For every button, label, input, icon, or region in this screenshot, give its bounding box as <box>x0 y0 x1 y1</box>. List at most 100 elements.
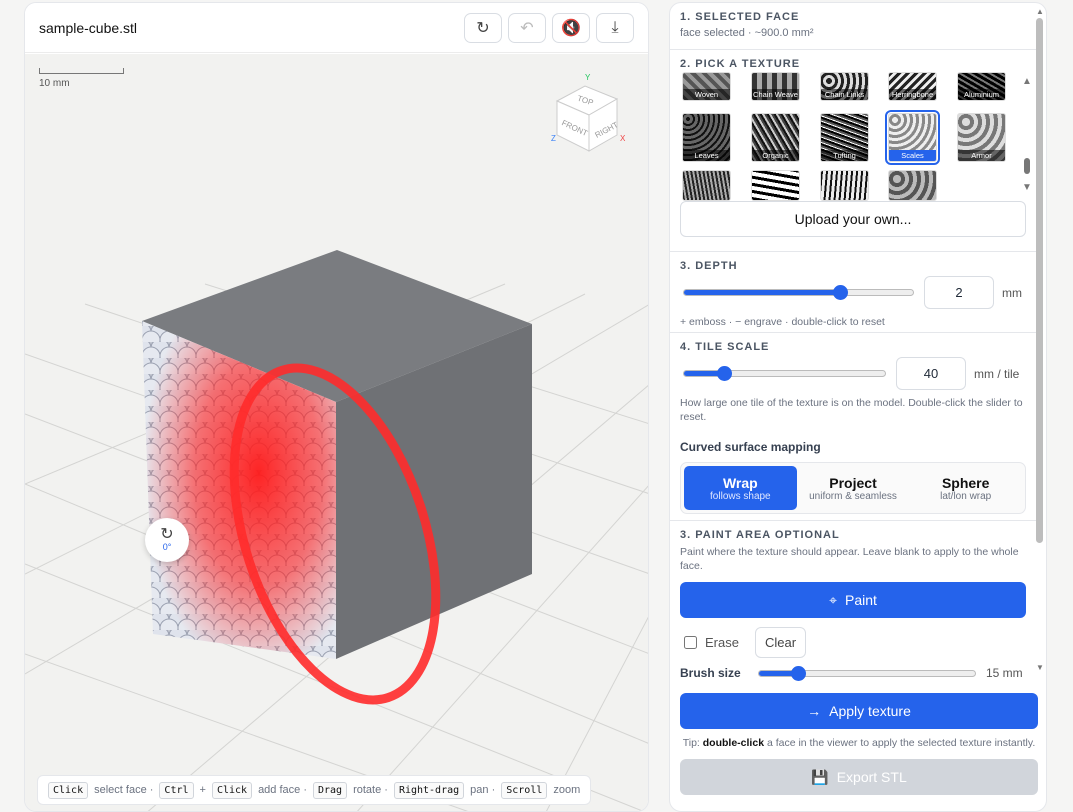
section-title: 3. DEPTH <box>680 260 738 272</box>
hint-text: + <box>199 784 206 796</box>
grid-scroll-down-icon[interactable]: ▼ <box>1022 182 1032 193</box>
scene <box>25 250 648 811</box>
texture-tile-12[interactable] <box>751 170 800 201</box>
texture-label: Woven <box>683 89 730 100</box>
scale-label: 10 mm <box>39 78 70 89</box>
panel-footer: → Apply texture Tip: double-click a face … <box>680 693 1038 795</box>
tile-scale-note: How large one tile of the texture is on … <box>680 397 1023 423</box>
axis-z-label: Z <box>551 134 556 143</box>
speaker-muted-icon: 🔇 <box>561 19 581 37</box>
tip-text: Tip: double-click a face in the viewer t… <box>680 736 1038 751</box>
export-label: Export STL <box>836 769 907 785</box>
texture-label: Organic <box>752 150 799 161</box>
depth-note: + emboss · − engrave · double-click to r… <box>680 316 885 328</box>
reset-view-button[interactable]: ↻ <box>464 12 502 43</box>
erase-label: Erase <box>705 635 739 650</box>
brush-size-slider[interactable] <box>758 665 976 681</box>
texture-herringbone[interactable]: Herringbone <box>888 72 937 101</box>
file-name: sample-cube.stl <box>39 19 138 36</box>
depth-slider-thumb[interactable] <box>832 285 848 300</box>
brush-size-slider-thumb[interactable] <box>790 665 806 681</box>
rotate-face-button[interactable]: ↻ 0° <box>145 518 189 562</box>
section-texture: 2. PICK A TEXTURE Woven Chain Weave Chai… <box>670 50 1036 252</box>
scroll-down-icon[interactable]: ▼ <box>1036 663 1044 672</box>
mute-button[interactable]: 🔇 <box>552 12 590 43</box>
texture-scales[interactable]: Scales <box>885 110 940 165</box>
brush-size-value: 15 mm <box>986 666 1023 680</box>
selected-face-info: face selected · ~900.0 mm² <box>680 27 814 39</box>
3d-canvas[interactable]: 10 mm Y X Z TOP FRONT RIGHT ↻ 0° <box>25 54 648 811</box>
texture-tufting[interactable]: Tufting <box>820 113 869 162</box>
clear-button[interactable]: Clear <box>754 627 807 658</box>
download-icon: ⤓ <box>611 18 619 36</box>
cube[interactable] <box>142 250 532 725</box>
panel-scrollbar[interactable]: ▲ ▼ <box>1036 7 1044 672</box>
view-cube[interactable]: Y X Z TOP FRONT RIGHT <box>549 71 629 161</box>
axis-x-label: X <box>620 134 626 143</box>
grid-scroll-thumb[interactable] <box>1024 158 1030 174</box>
hint-text: pan · <box>470 784 496 796</box>
texture-chain-links[interactable]: Chain Links <box>820 72 869 101</box>
texture-tile-11[interactable] <box>682 170 731 201</box>
texture-label: Armor <box>958 150 1005 161</box>
hint-text: add face · <box>258 784 307 796</box>
tip-bold: double-click <box>702 737 765 749</box>
controls-hint-bar: Click select face · Ctrl + Click add face ·… <box>37 775 592 805</box>
erase-checkbox[interactable] <box>684 636 697 649</box>
paint-button[interactable]: ⌖ Paint <box>680 582 1026 618</box>
grid-scroll-up-icon[interactable]: ▲ <box>1022 76 1032 87</box>
apply-texture-button[interactable]: → Apply texture <box>680 693 1038 729</box>
texture-woven[interactable]: Woven <box>682 72 731 101</box>
section-title: 3. PAINT AREA OPTIONAL <box>680 529 840 541</box>
save-icon: 💾 <box>811 768 829 785</box>
mode-sphere[interactable]: Sphere lat/lon wrap <box>909 466 1022 510</box>
texture-grid: Woven Chain Weave Chain Links Herringbon… <box>680 72 1032 201</box>
reset-icon: ↻ <box>476 19 490 37</box>
texture-label: Chain Weave <box>752 89 799 100</box>
section-title: 4. TILE SCALE <box>680 341 770 353</box>
mode-label: Sphere <box>941 474 990 491</box>
texture-tile-13[interactable] <box>820 170 869 201</box>
undo-button[interactable]: ↶ <box>508 12 546 43</box>
mode-label: Project <box>829 474 877 491</box>
texture-label: Herringbone <box>889 89 936 100</box>
depth-unit: mm <box>1002 285 1022 300</box>
hint-text: rotate · <box>353 784 388 796</box>
tip-prefix: Tip: <box>682 737 703 749</box>
tile-scale-slider[interactable] <box>683 366 886 381</box>
section-depth: 3. DEPTH 2 mm + emboss · − engrave · dou… <box>670 252 1036 333</box>
mode-label: Wrap <box>722 474 758 491</box>
hint-key: Click <box>211 781 253 799</box>
texture-label: Aluminium <box>958 89 1005 100</box>
scroll-thumb[interactable] <box>1036 18 1043 543</box>
mode-project[interactable]: Project uniform & seamless <box>797 466 910 510</box>
mapping-label: Curved surface mapping <box>680 440 821 454</box>
scroll-up-icon[interactable]: ▲ <box>1036 7 1044 16</box>
texture-leaves[interactable]: Leaves <box>682 113 731 162</box>
texture-label: Scales <box>889 150 936 161</box>
texture-armor[interactable]: Armor <box>957 113 1006 162</box>
depth-slider[interactable] <box>683 285 914 300</box>
apply-label: Apply texture <box>829 703 911 719</box>
hint-key: Scroll <box>501 781 548 799</box>
texture-tile-14[interactable] <box>888 170 937 201</box>
tile-scale-input[interactable]: 40 <box>896 357 966 390</box>
hint-text: select face · <box>94 784 154 796</box>
depth-input[interactable]: 2 <box>924 276 994 309</box>
download-button[interactable]: ⤓ <box>596 12 634 43</box>
depth-slider-fill <box>684 290 840 295</box>
texture-organic[interactable]: Organic <box>751 113 800 162</box>
viewer-toolbar: ↻ ↶ 🔇 ⤓ <box>464 12 634 43</box>
texture-chain-weave[interactable]: Chain Weave <box>751 72 800 101</box>
brush-size-label: Brush size <box>680 666 741 680</box>
texture-aluminium[interactable]: Aluminium <box>957 72 1006 101</box>
upload-texture-button[interactable]: Upload your own... <box>680 201 1026 237</box>
hint-key: Ctrl <box>159 781 194 799</box>
export-stl-button[interactable]: 💾 Export STL <box>680 759 1038 795</box>
mode-wrap[interactable]: Wrap follows shape <box>684 466 797 510</box>
tile-scale-slider-thumb[interactable] <box>717 366 733 381</box>
hint-key: Right-drag <box>393 781 465 799</box>
hint-key: Drag <box>312 781 348 799</box>
viewer-panel: sample-cube.stl ↻ ↶ 🔇 ⤓ 10 mm Y X Z TOP … <box>24 2 649 812</box>
crosshair-icon: ⌖ <box>829 591 837 608</box>
